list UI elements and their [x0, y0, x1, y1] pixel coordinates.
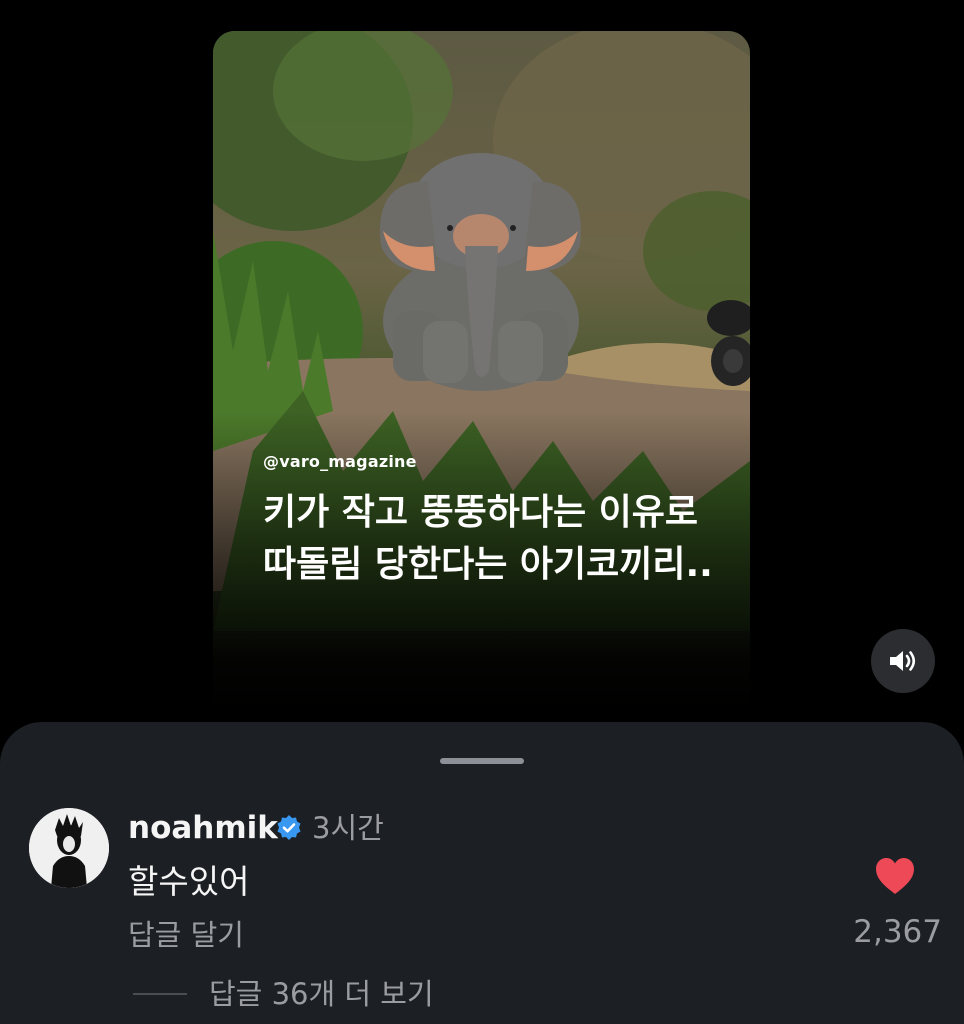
- comments-sheet: noahmik 3시간 할수있어 답글 달기 2,367 답글 36개 더 보기: [0, 722, 964, 1024]
- verified-badge-icon: [277, 815, 301, 840]
- caption-line-1: 키가 작고 뚱뚱하다는 이유로: [263, 492, 699, 533]
- comment-username[interactable]: noahmik: [128, 808, 278, 848]
- speaker-volume-icon: [890, 651, 916, 671]
- caption-line-2: 따돌림 당한다는 아기코끼리..: [263, 544, 713, 585]
- post-video[interactable]: @varo_magazine 키가 작고 뚱뚱하다는 이유로 따돌림 당한다는 …: [213, 31, 750, 711]
- comment-text: 할수있어: [128, 862, 250, 901]
- replies-divider: [133, 993, 187, 995]
- reply-button[interactable]: 답글 달기: [128, 915, 244, 955]
- screen: @varo_magazine 키가 작고 뚱뚱하다는 이유로 따돌림 당한다는 …: [0, 0, 964, 1024]
- video-caption: 키가 작고 뚱뚱하다는 이유로 따돌림 당한다는 아기코끼리..: [263, 487, 749, 591]
- avatar-image: [29, 808, 109, 888]
- watermark-handle: @varo_magazine: [263, 452, 417, 471]
- avatar[interactable]: [29, 808, 109, 888]
- like-count: 2,367: [853, 914, 942, 950]
- comment-timestamp: 3시간: [312, 811, 384, 845]
- heart-filled-icon[interactable]: [874, 856, 916, 896]
- sound-toggle-button[interactable]: [871, 629, 935, 693]
- view-more-replies-button[interactable]: 답글 36개 더 보기: [209, 974, 434, 1014]
- sheet-drag-handle[interactable]: [440, 758, 524, 764]
